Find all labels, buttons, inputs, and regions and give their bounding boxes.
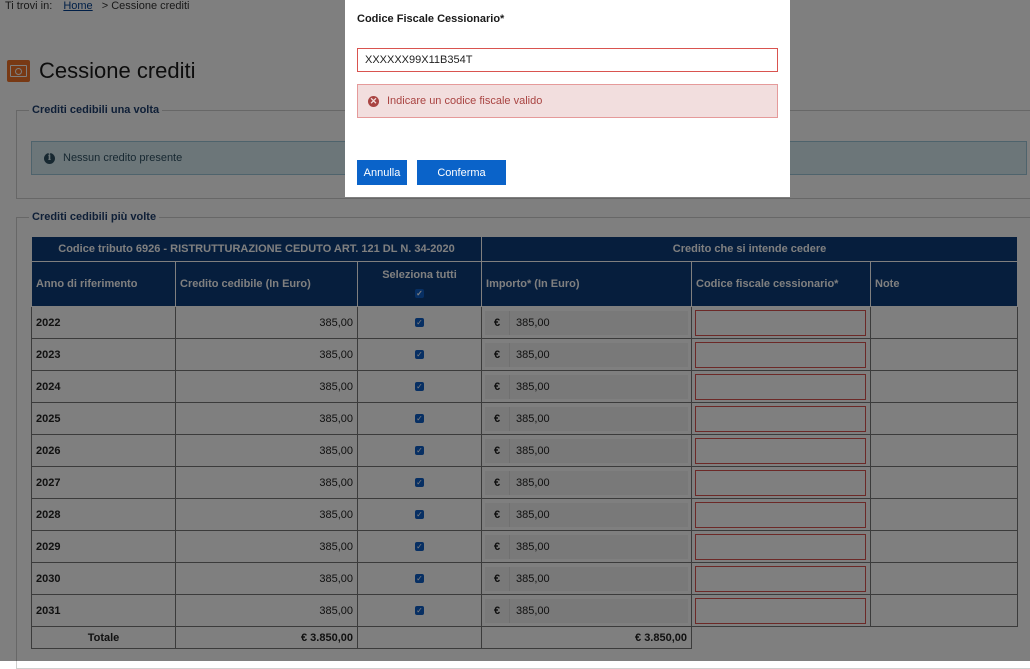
cf-error-message: ✕ Indicare un codice fiscale valido bbox=[357, 84, 778, 118]
error-circle-icon: ✕ bbox=[368, 95, 379, 107]
cf-dialog-label: Codice Fiscale Cessionario* bbox=[357, 13, 505, 25]
cf-dialog: Codice Fiscale Cessionario* ✕ Indicare u… bbox=[345, 0, 790, 197]
cf-error-text: Indicare un codice fiscale valido bbox=[387, 95, 543, 107]
cf-input[interactable] bbox=[357, 48, 778, 72]
confirm-button[interactable]: Conferma bbox=[417, 160, 506, 185]
cancel-button[interactable]: Annulla bbox=[357, 160, 407, 185]
